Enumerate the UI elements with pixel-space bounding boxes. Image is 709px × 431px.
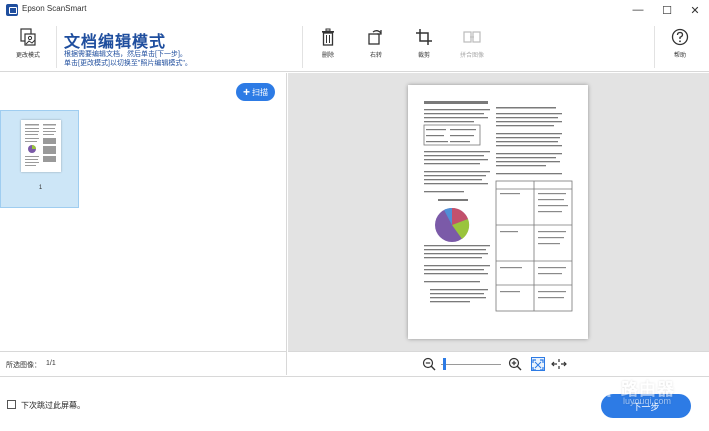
epson-scansmart-icon xyxy=(6,4,18,16)
document-preview xyxy=(408,85,588,339)
zoom-bar xyxy=(288,351,709,375)
thumbnail-number: 1 xyxy=(38,185,43,191)
preview-pane xyxy=(288,73,709,351)
delete-label: 删除 xyxy=(321,53,334,59)
mode-description-line-2: 单击[更改模式]以切换至"照片编辑模式"。 xyxy=(64,60,192,67)
mode-description-line-1: 根据需要编辑文档，然后单击[下一步]。 xyxy=(64,51,187,58)
skip-screen-checkbox[interactable] xyxy=(7,400,16,409)
skip-screen-label: 下次跳过此屏幕。 xyxy=(21,401,85,410)
close-button[interactable]: ✕ xyxy=(681,2,709,18)
zoom-in-icon[interactable] xyxy=(508,357,522,371)
zoom-slider-thumb[interactable] xyxy=(443,358,446,370)
window-title: Epson ScanSmart xyxy=(22,4,87,13)
help-button[interactable]: 帮助 xyxy=(662,28,698,59)
help-label: 帮助 xyxy=(673,53,686,59)
rotate-right-button[interactable]: 右转 xyxy=(358,28,394,59)
delete-button[interactable]: 删除 xyxy=(310,28,346,59)
toolbar-divider xyxy=(654,26,655,68)
change-mode-icon xyxy=(19,28,37,46)
fit-to-window-icon[interactable] xyxy=(531,357,545,371)
page-thumbnail[interactable]: 1 xyxy=(0,110,79,208)
expand-icon[interactable] xyxy=(551,357,567,371)
router-logo-icon xyxy=(575,379,611,403)
scan-button[interactable]: + 扫描 xyxy=(236,83,275,101)
selected-images-value: 1/1 xyxy=(46,360,56,367)
scan-button-label: 扫描 xyxy=(252,87,268,97)
crop-icon xyxy=(415,28,433,46)
change-mode-button[interactable]: 更改模式 xyxy=(10,28,46,59)
rotate-right-icon xyxy=(367,28,385,46)
mode-title: 文档编辑模式 xyxy=(64,34,167,51)
change-mode-label: 更改模式 xyxy=(15,53,40,59)
crop-button[interactable]: 裁剪 xyxy=(406,28,442,59)
maximize-button[interactable]: ☐ xyxy=(653,2,681,18)
thumbnail-image xyxy=(21,120,61,172)
toolbar: 更改模式 文档编辑模式 根据需要编辑文档，然后单击[下一步]。 单击[更改模式]… xyxy=(0,20,709,72)
selected-images-label: 所选图像： xyxy=(6,362,41,369)
toolbar-divider xyxy=(56,26,57,68)
merge-images-icon xyxy=(463,28,481,46)
footer: 下次跳过此屏幕。 下一步 路由器 luyouqi.com xyxy=(0,376,709,431)
merge-images-button[interactable]: 拼合图像 xyxy=(454,28,490,59)
selected-images-bar: 所选图像： 1/1 xyxy=(0,351,287,375)
crop-label: 裁剪 xyxy=(417,53,430,59)
thumbnail-pane: + 扫描 1 xyxy=(0,73,287,351)
title-bar: Epson ScanSmart — ☐ ✕ xyxy=(0,0,709,20)
plus-icon: + xyxy=(242,85,250,99)
trash-icon xyxy=(319,28,337,46)
help-icon xyxy=(671,28,689,46)
minimize-button[interactable]: — xyxy=(624,2,652,18)
zoom-slider-track[interactable] xyxy=(441,364,501,365)
zoom-out-icon[interactable] xyxy=(422,357,436,371)
rotate-label: 右转 xyxy=(369,53,382,59)
watermark-subtext: luyouqi.com xyxy=(623,396,672,406)
toolbar-divider xyxy=(302,26,303,68)
watermark: 路由器 luyouqi.com xyxy=(571,373,696,413)
merge-label: 拼合图像 xyxy=(459,53,484,59)
mode-description: 根据需要编辑文档，然后单击[下一步]。 单击[更改模式]以切换至"照片编辑模式"… xyxy=(64,50,192,68)
